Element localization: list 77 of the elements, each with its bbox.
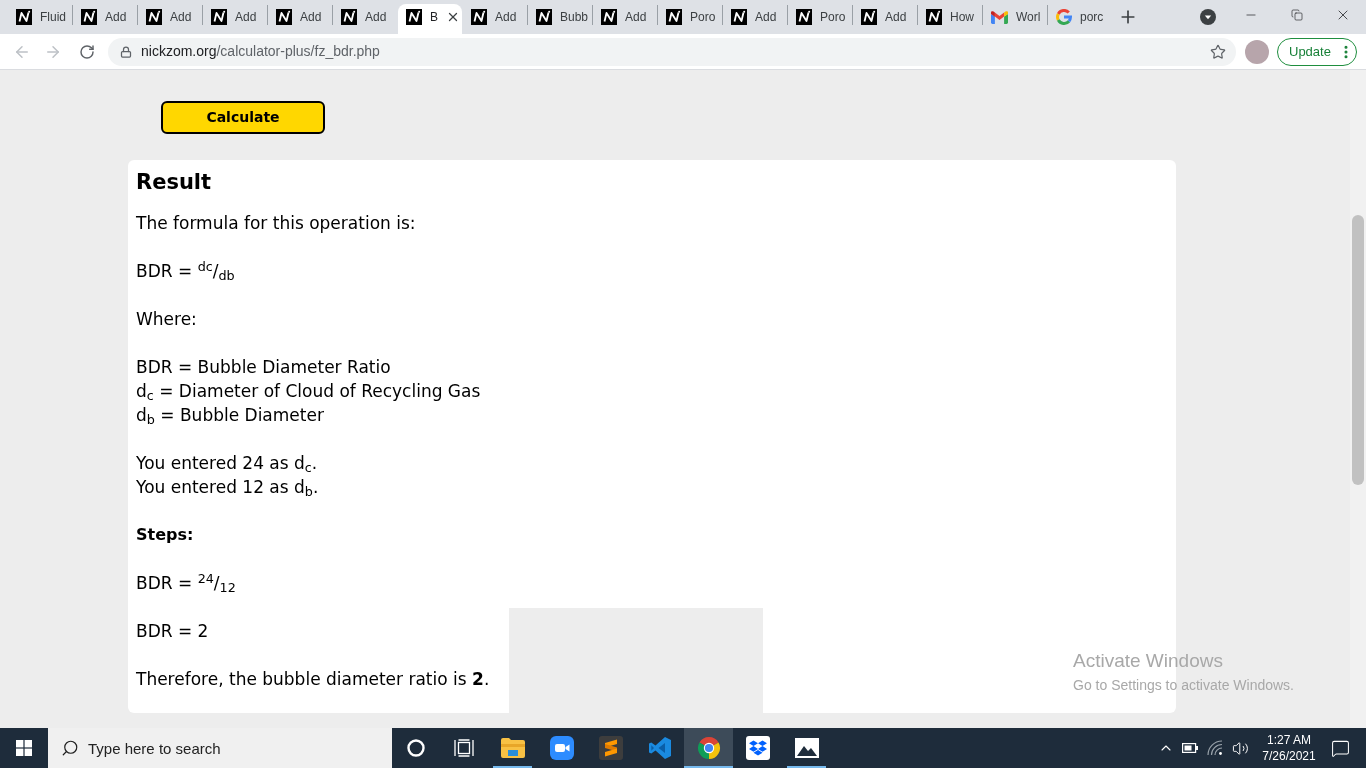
ribbon-icon xyxy=(647,736,672,760)
browser-tab[interactable]: Add xyxy=(333,4,397,34)
zigzag-tile-icon xyxy=(598,736,623,760)
site-logo-icon xyxy=(146,9,162,25)
browser-tab[interactable]: porc xyxy=(1048,4,1112,34)
result-text: BDR = Bubble Diameter Ratio xyxy=(136,356,391,379)
browser-tab[interactable]: Add xyxy=(463,4,527,34)
browser-tab[interactable]: Worl xyxy=(983,4,1047,34)
site-logo-icon xyxy=(16,9,32,25)
result-text: Therefore, the bubble diameter ratio is 2. xyxy=(136,668,490,691)
browser-tab[interactable]: B xyxy=(398,4,462,34)
site-logo-icon xyxy=(601,9,617,25)
browser-tab[interactable]: Add xyxy=(73,4,137,34)
browser-tab[interactable]: Add xyxy=(593,4,657,34)
activation-message: Go to Settings to activate Windows. xyxy=(1073,676,1294,694)
calculate-button[interactable]: Calculate xyxy=(161,101,325,134)
result-text: BDR = $^{24}$/$_{12}$ xyxy=(136,571,236,595)
clock-button[interactable]: 1:27 AM 7/26/2021 xyxy=(1256,728,1322,768)
url-text: nickzom.org/calculator-plus/fz_bdr.php xyxy=(141,42,380,61)
open-box-icon xyxy=(745,736,770,760)
site-logo-icon xyxy=(796,9,812,25)
browser-tab[interactable]: Poro xyxy=(788,4,852,34)
taskbar-search-field[interactable]: Type here to search xyxy=(48,728,392,768)
steps-heading: Steps: xyxy=(136,524,194,546)
browser-tab[interactable]: How xyxy=(918,4,982,34)
multicolor-ring-icon xyxy=(1056,9,1072,25)
envelope-icon xyxy=(991,10,1008,24)
close-tab-icon[interactable] xyxy=(446,10,460,24)
site-logo-icon xyxy=(341,9,357,25)
result-text: BDR = $^{dc}$/$_{db}$ xyxy=(136,259,235,283)
site-logo-icon xyxy=(536,9,552,25)
battery-icon xyxy=(1182,743,1198,753)
browser-tab[interactable]: Bubb xyxy=(528,4,592,34)
mountain-picture-icon xyxy=(794,738,819,758)
scrollbar-thumb[interactable] xyxy=(1352,215,1364,485)
browser-tab[interactable]: Add xyxy=(723,4,787,34)
windows-logo-icon xyxy=(16,740,32,756)
result-title: Result xyxy=(136,169,212,196)
result-text: BDR = 2 xyxy=(136,620,209,643)
video-camera-icon xyxy=(549,736,574,760)
result-text: d$_{b}$ = Bubble Diameter xyxy=(136,404,324,427)
site-logo-icon xyxy=(926,9,942,25)
result-text: You entered 24 as d$_{c}$. xyxy=(136,452,318,475)
result-text: Where: xyxy=(136,308,197,331)
site-logo-icon xyxy=(731,9,747,25)
ring-icon xyxy=(407,739,425,757)
result-text: You entered 12 as d$_{b}$. xyxy=(136,476,319,499)
notification-icon xyxy=(1330,738,1350,758)
browser-tab[interactable]: Add xyxy=(853,4,917,34)
caret-down-icon xyxy=(1200,9,1216,25)
result-text: The formula for this operation is: xyxy=(136,212,416,235)
speaker-icon xyxy=(1231,739,1249,757)
wifi-signal-icon xyxy=(1207,740,1223,756)
browser-tab[interactable]: Add xyxy=(138,4,202,34)
browser-tab[interactable]: Add xyxy=(268,4,332,34)
site-logo-icon xyxy=(861,9,877,25)
site-logo-icon xyxy=(666,9,682,25)
lock-icon xyxy=(120,45,132,58)
bookmark-star-icon[interactable] xyxy=(1210,43,1226,60)
site-logo-icon xyxy=(276,9,292,25)
browser-tab[interactable]: Add xyxy=(203,4,267,34)
address-bar[interactable]: nickzom.org/calculator-plus/fz_bdr.php xyxy=(108,37,1236,66)
update-button[interactable]: Update xyxy=(1277,37,1357,66)
folder-icon xyxy=(500,738,525,758)
search-icon xyxy=(61,739,79,757)
browser-tab[interactable]: Fluid xyxy=(8,4,72,34)
browser-tab[interactable]: Poro xyxy=(658,4,722,34)
result-text: d$_{c}$ = Diameter of Cloud of Recycling Gas xyxy=(136,380,481,403)
site-logo-icon xyxy=(81,9,97,25)
reload-icon xyxy=(79,43,95,60)
restore-icon xyxy=(1291,9,1303,21)
site-logo-icon xyxy=(471,9,487,25)
activation-title: Activate Windows xyxy=(1073,649,1223,673)
site-logo-icon xyxy=(211,9,227,25)
task-view-icon xyxy=(454,739,474,757)
segmented-circle-icon xyxy=(696,736,721,760)
site-logo-icon xyxy=(406,9,422,25)
